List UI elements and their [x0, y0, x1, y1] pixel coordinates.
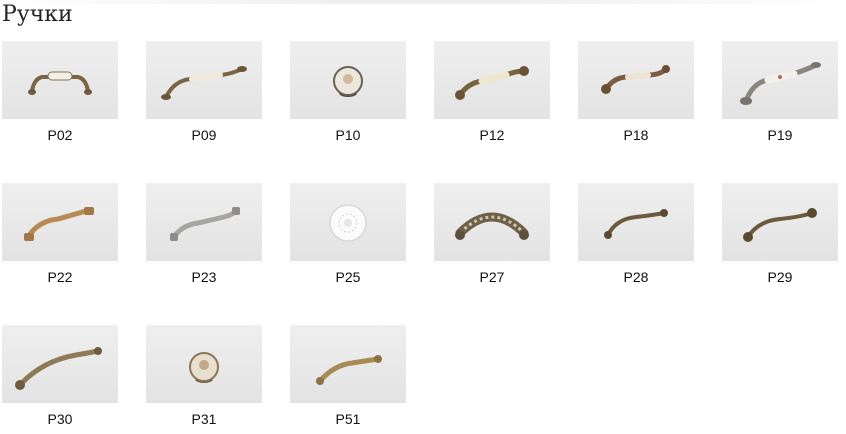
handle-bronze-ceramic-icon [601, 65, 670, 94]
handle-bronze-icon [743, 208, 817, 242]
product-code[interactable]: P19 [722, 127, 838, 143]
handle-copper-icon [24, 207, 94, 241]
product-thumbnail[interactable] [722, 41, 838, 119]
handle-bronze-ceramic-icon [455, 66, 529, 100]
product-card[interactable]: P19 [722, 41, 838, 143]
product-thumbnail[interactable] [434, 41, 550, 119]
top-shadow [0, 0, 846, 4]
product-code[interactable]: P02 [2, 127, 118, 143]
knob-ceramic-bronze-icon [189, 352, 219, 383]
product-thumbnail[interactable] [2, 325, 118, 403]
product-code[interactable]: P12 [434, 127, 550, 143]
product-code[interactable]: P30 [2, 411, 118, 427]
product-card[interactable]: P31 [146, 325, 262, 427]
product-code[interactable]: P10 [290, 127, 406, 143]
product-code[interactable]: P18 [578, 127, 694, 143]
product-code[interactable]: P25 [290, 269, 406, 285]
knob-ceramic-icon [333, 66, 363, 97]
handle-bronze-ceramic-icon [161, 66, 247, 100]
handle-bronze-icon [15, 347, 102, 390]
product-thumbnail[interactable] [146, 41, 262, 119]
product-thumbnail[interactable] [2, 183, 118, 261]
product-card[interactable]: P12 [434, 41, 550, 143]
product-card[interactable]: P10 [290, 41, 406, 143]
product-thumbnail[interactable] [578, 183, 694, 261]
product-code[interactable]: P09 [146, 127, 262, 143]
product-code[interactable]: P51 [290, 411, 406, 427]
product-card[interactable]: P09 [146, 41, 262, 143]
product-code[interactable]: P22 [2, 269, 118, 285]
handle-lattice-bronze-icon [455, 212, 529, 240]
product-thumbnail[interactable] [146, 183, 262, 261]
knob-white-icon [329, 204, 367, 242]
product-code[interactable]: P29 [722, 269, 838, 285]
product-card[interactable]: P30 [2, 325, 118, 427]
product-code[interactable]: P23 [146, 269, 262, 285]
handle-bronze-ceramic-icon [28, 71, 92, 95]
product-thumbnail[interactable] [290, 41, 406, 119]
product-thumbnail[interactable] [290, 325, 406, 403]
product-card[interactable]: P23 [146, 183, 262, 285]
product-card[interactable]: P22 [2, 183, 118, 285]
product-card[interactable]: P18 [578, 41, 694, 143]
product-thumbnail[interactable] [434, 183, 550, 261]
handle-silver-ceramic-icon [740, 62, 821, 105]
handle-silver-icon [170, 207, 240, 241]
product-thumbnail[interactable] [578, 41, 694, 119]
product-card[interactable]: P27 [434, 183, 550, 285]
product-card[interactable]: P02 [2, 41, 118, 143]
page-title: Ручки [2, 2, 73, 27]
handle-brass-icon [316, 355, 382, 385]
product-card[interactable]: P29 [722, 183, 838, 285]
product-thumbnail[interactable] [2, 41, 118, 119]
product-card[interactable]: P28 [578, 183, 694, 285]
product-code[interactable]: P28 [578, 269, 694, 285]
product-card[interactable]: P25 [290, 183, 406, 285]
product-thumbnail[interactable] [722, 183, 838, 261]
product-thumbnail[interactable] [146, 325, 262, 403]
handle-bronze-icon [604, 209, 668, 239]
product-code[interactable]: P31 [146, 411, 262, 427]
product-card[interactable]: P51 [290, 325, 406, 427]
product-code[interactable]: P27 [434, 269, 550, 285]
product-thumbnail[interactable] [290, 183, 406, 261]
